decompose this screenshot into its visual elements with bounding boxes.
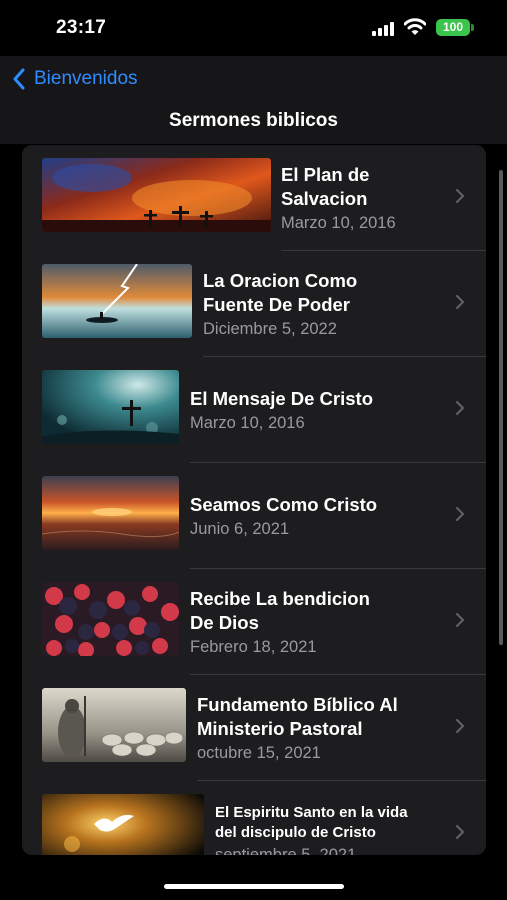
sermon-text: El Mensaje De Cristo Marzo 10, 2016 — [190, 357, 373, 463]
wifi-icon — [404, 18, 426, 35]
sermon-row-seamos-como-cristo[interactable]: Seamos Como Cristo Junio 6, 2021 — [22, 463, 486, 569]
sermon-row-el-mensaje[interactable]: El Mensaje De Cristo Marzo 10, 2016 — [22, 357, 486, 463]
sermon-date: Marzo 10, 2016 — [281, 214, 396, 232]
sermon-thumbnail — [42, 582, 179, 656]
sermon-title: Salvacion — [281, 188, 368, 209]
sermon-title: Fundamento Bíblico Al — [197, 694, 398, 715]
sermon-list: El Plan de Salvacion Marzo 10, 2016 La O… — [22, 145, 486, 855]
status-bar: 23:17 100 — [0, 0, 507, 56]
sermon-text: El Plan de Salvacion Marzo 10, 2016 — [281, 145, 396, 251]
chevron-right-icon — [456, 613, 464, 627]
sermon-title: De Dios — [190, 612, 259, 633]
sermon-title: La Oracion Como — [203, 270, 358, 291]
cellular-signal-icon — [372, 22, 396, 36]
sermon-title: Fuente De Poder — [203, 294, 350, 315]
back-button[interactable]: Bienvenidos — [12, 64, 138, 94]
sermon-date: septiembre 5, 2021 — [215, 846, 357, 855]
battery-level: 100 — [436, 19, 470, 36]
sermon-row-la-oracion[interactable]: La Oracion Como Fuente De Poder Diciembr… — [22, 251, 486, 357]
sermon-row-el-espiritu-santo[interactable]: El Espiritu Santo en la vida del discipu… — [22, 781, 486, 855]
chevron-right-icon — [456, 825, 464, 839]
sermon-date: Diciembre 5, 2022 — [203, 320, 337, 338]
sermon-text: Fundamento Bíblico Al Ministerio Pastora… — [197, 675, 398, 781]
chevron-right-icon — [456, 401, 464, 415]
sermon-thumbnail — [42, 264, 192, 338]
sermon-title: El Plan de — [281, 164, 370, 185]
home-indicator[interactable] — [164, 884, 344, 889]
sermon-title: Recibe La bendicion — [190, 588, 370, 609]
sermon-thumbnail — [42, 158, 271, 232]
sermon-title: Ministerio Pastoral — [197, 718, 363, 739]
sermon-row-el-plan-de-salvacion[interactable]: El Plan de Salvacion Marzo 10, 2016 — [22, 145, 486, 251]
sermon-row-recibe-la-bendicion[interactable]: Recibe La bendicion De Dios Febrero 18, … — [22, 569, 486, 675]
sermon-text: La Oracion Como Fuente De Poder Diciembr… — [203, 251, 357, 357]
page-title: Sermones biblicos — [169, 110, 338, 131]
sermon-date: octubre 15, 2021 — [197, 744, 321, 762]
sermon-title: El Espiritu Santo en la vida — [215, 804, 408, 821]
sermon-title: del discipulo de Cristo — [215, 824, 376, 841]
sermon-thumbnail — [42, 794, 204, 855]
sermon-date: Marzo 10, 2016 — [190, 414, 305, 432]
chevron-right-icon — [456, 507, 464, 521]
chevron-left-icon — [13, 68, 25, 90]
chevron-right-icon — [456, 189, 464, 203]
navigation-bar: Bienvenidos Sermones biblicos — [0, 56, 507, 144]
battery-cap — [471, 24, 474, 31]
sermon-date: Junio 6, 2021 — [190, 520, 290, 538]
sermon-thumbnail — [42, 688, 186, 762]
sermon-text: Seamos Como Cristo Junio 6, 2021 — [190, 463, 377, 569]
clock: 23:17 — [56, 17, 107, 38]
scroll-indicator[interactable] — [499, 170, 503, 645]
sermon-title: El Mensaje De Cristo — [190, 388, 374, 409]
chevron-right-icon — [456, 719, 464, 733]
sermon-thumbnail — [42, 370, 179, 444]
sermon-title: Seamos Como Cristo — [190, 494, 378, 515]
sermon-thumbnail — [42, 476, 179, 550]
chevron-right-icon — [456, 295, 464, 309]
sermon-text: Recibe La bendicion De Dios Febrero 18, … — [190, 569, 370, 675]
sermon-text: El Espiritu Santo en la vida del discipu… — [215, 781, 408, 855]
sermon-row-fundamento-biblico[interactable]: Fundamento Bíblico Al Ministerio Pastora… — [22, 675, 486, 781]
sermon-date: Febrero 18, 2021 — [190, 638, 317, 656]
back-label: Bienvenidos — [34, 68, 138, 89]
